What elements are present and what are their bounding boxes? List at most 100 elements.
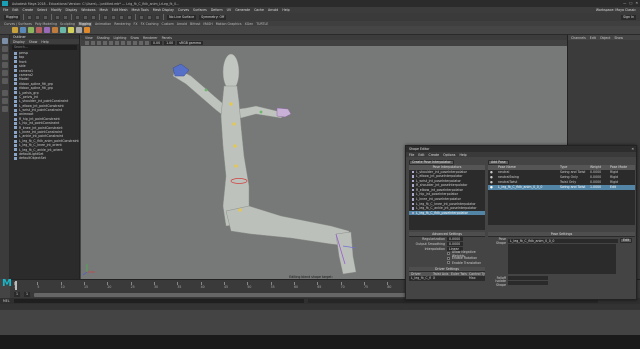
driver-row[interactable]: L_leg_fk_C_fkIk_anim_0 X Max: [409, 276, 485, 281]
command-input[interactable]: [13, 299, 304, 303]
edit-pose-button[interactable]: Edit: [620, 238, 633, 243]
channelbox-tab-edit[interactable]: Edit: [590, 36, 596, 40]
joint-tool-icon[interactable]: [12, 27, 18, 33]
vp-menu-shading[interactable]: Shading: [97, 36, 110, 40]
lights-icon[interactable]: [127, 41, 131, 45]
cluster-icon[interactable]: [60, 27, 66, 33]
shelf-tab[interactable]: Poly Modeling: [35, 22, 57, 26]
add-pose-button[interactable]: Add Pose: [488, 159, 509, 165]
undo-icon[interactable]: [55, 14, 61, 20]
start-time-field[interactable]: 1: [14, 292, 21, 297]
menu-file[interactable]: File: [3, 8, 8, 12]
editor-menu-create[interactable]: Create: [429, 153, 440, 157]
lasso-tool-icon[interactable]: [2, 46, 8, 52]
snap-plane-icon[interactable]: [127, 14, 133, 20]
outliner-menu-show[interactable]: Show: [29, 40, 38, 44]
minimize-icon[interactable]: —: [623, 1, 626, 5]
shelf-tab[interactable]: Sculpting: [60, 22, 75, 26]
shelf-tab[interactable]: Custom: [161, 22, 173, 26]
select-component-icon[interactable]: [91, 14, 97, 20]
menu-arnold[interactable]: Arnold: [268, 8, 278, 12]
current-time-marker[interactable]: [15, 281, 17, 290]
menu-uv[interactable]: UV: [227, 8, 232, 12]
paint-select-icon[interactable]: [2, 54, 8, 60]
driver-twist-axis[interactable]: X: [431, 276, 449, 281]
shelf-tab[interactable]: Motion Graphics: [216, 22, 242, 26]
wireframe-icon[interactable]: [109, 41, 113, 45]
allow-negative-checkbox[interactable]: [447, 252, 450, 256]
joint-marker[interactable]: [233, 144, 237, 148]
joint-marker[interactable]: [234, 164, 238, 168]
move-tool-icon[interactable]: [2, 62, 8, 68]
joint-marker[interactable]: [259, 110, 263, 114]
menu-select[interactable]: Select: [37, 8, 47, 12]
shelf-tab[interactable]: Rendering: [114, 22, 130, 26]
menu-edit[interactable]: Edit: [12, 8, 18, 12]
shelf-tab[interactable]: TURTLE: [256, 22, 268, 26]
parent-constraint-icon[interactable]: [68, 27, 74, 33]
select-tool-icon[interactable]: [2, 38, 8, 44]
joint-marker[interactable]: [238, 208, 242, 212]
menu-mesh[interactable]: Mesh: [100, 8, 108, 12]
ik-handle-icon[interactable]: [20, 27, 26, 33]
paint-weights-icon[interactable]: [44, 27, 50, 33]
isolate-icon[interactable]: [145, 41, 149, 45]
locator-icon[interactable]: [52, 27, 58, 33]
pose-weight[interactable]: 1.0000: [588, 185, 608, 190]
vp-menu-show[interactable]: Show: [130, 36, 139, 40]
bind-skin-icon[interactable]: [36, 27, 42, 33]
menu-modify[interactable]: Modify: [51, 8, 62, 12]
pose-settings-header[interactable]: Pose Settings: [488, 232, 635, 237]
outliner-item[interactable]: defaultObjectSet: [10, 156, 79, 160]
shelf-tab[interactable]: Curves / Surfaces: [4, 22, 32, 26]
shadows-icon[interactable]: [133, 41, 137, 45]
menu-mesh-display[interactable]: Mesh Display: [153, 8, 174, 12]
camera-icon[interactable]: [85, 41, 89, 45]
point-constraint-icon[interactable]: [76, 27, 82, 33]
ik-spline-icon[interactable]: [28, 27, 34, 33]
select-object-icon[interactable]: [83, 14, 89, 20]
image-plane-icon[interactable]: [97, 41, 101, 45]
menu-mesh-tools[interactable]: Mesh Tools: [132, 8, 149, 12]
driver-control-type[interactable]: Max: [467, 276, 485, 281]
menu-curves[interactable]: Curves: [178, 8, 189, 12]
menu-surfaces[interactable]: Surfaces: [193, 8, 207, 12]
mode-selector[interactable]: Rigging: [4, 14, 21, 20]
pose-mode[interactable]: Edit: [608, 185, 635, 190]
smooth-shade-icon[interactable]: [115, 41, 119, 45]
outliner-menu-display[interactable]: Display: [13, 40, 25, 44]
grid-icon[interactable]: [103, 41, 107, 45]
pose-interpolator-item-selected[interactable]: L_leg_fk_C_fkIk_poseInterpolator: [409, 210, 485, 216]
orient-constraint-icon[interactable]: [84, 27, 90, 33]
joint-marker[interactable]: [229, 102, 233, 106]
driver-euler-twist[interactable]: [449, 276, 467, 281]
eye-icon[interactable]: ●: [488, 185, 496, 190]
new-scene-icon[interactable]: [27, 14, 33, 20]
live-surface-field[interactable]: No Live Surface: [167, 14, 197, 20]
editor-menu-file[interactable]: File: [409, 153, 414, 157]
colorspace-select[interactable]: sRGB gamma: [177, 41, 203, 45]
output-smoothing-field[interactable]: 0.0000: [447, 242, 463, 246]
shelf-tab[interactable]: FX: [134, 22, 138, 26]
vp-menu-renderer[interactable]: Renderer: [143, 36, 158, 40]
snap-grid-icon[interactable]: [103, 14, 109, 20]
select-hierarchy-icon[interactable]: [75, 14, 81, 20]
rotate-tool-icon[interactable]: [2, 70, 8, 76]
open-scene-icon[interactable]: [35, 14, 41, 20]
falloff-field[interactable]: [508, 276, 548, 280]
single-view-icon[interactable]: [2, 90, 8, 96]
menu-display[interactable]: Display: [66, 8, 78, 12]
editor-close-icon[interactable]: ✕: [631, 147, 634, 151]
shelf-tab[interactable]: Arnold: [177, 22, 187, 26]
editor-menu-edit[interactable]: Edit: [418, 153, 424, 157]
exposure-field[interactable]: 0.00: [151, 41, 163, 45]
workspace-selector[interactable]: Workspace: Maya Classic: [596, 8, 636, 12]
menu-deform[interactable]: Deform: [211, 8, 223, 12]
menu-help[interactable]: Help: [282, 8, 289, 12]
menu-create[interactable]: Create: [23, 8, 34, 12]
joint-marker[interactable]: [204, 88, 208, 92]
menu-cache[interactable]: Cache: [254, 8, 264, 12]
maximize-icon[interactable]: □: [629, 1, 632, 5]
editor-menu-options[interactable]: Options: [443, 153, 455, 157]
shelf-tab[interactable]: Animation: [95, 22, 111, 26]
